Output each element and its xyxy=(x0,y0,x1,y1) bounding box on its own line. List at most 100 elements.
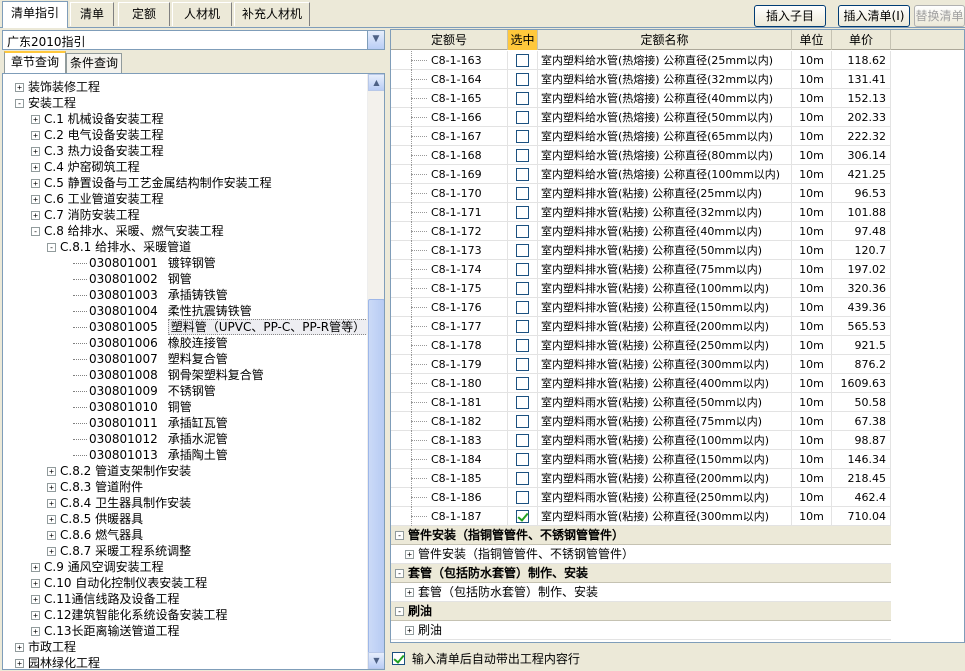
row-select-checkbox[interactable] xyxy=(516,224,529,238)
row-select-checkbox[interactable] xyxy=(516,395,529,409)
row-select-cell[interactable] xyxy=(508,260,538,279)
table-row[interactable]: C8-1-179 室内塑料排水管(粘接) 公称直径(300mm以内) 10m 876.… xyxy=(391,355,891,374)
expand-icon[interactable]: + xyxy=(31,195,40,204)
row-select-cell[interactable] xyxy=(508,393,538,412)
tree-node[interactable]: - C.8 给排水、采暖、燃气安装工程 xyxy=(31,223,224,239)
col-header-code[interactable]: 定额号 xyxy=(391,30,508,50)
row-select-checkbox[interactable] xyxy=(516,186,529,200)
expand-icon[interactable]: + xyxy=(15,643,24,652)
tab-labor-material-machine[interactable]: 人材机 xyxy=(172,2,232,26)
expand-icon[interactable]: + xyxy=(47,467,56,476)
row-select-checkbox[interactable] xyxy=(516,338,529,352)
tree-leaf-item[interactable]: 030801009 不锈钢管 xyxy=(73,383,216,399)
row-select-checkbox[interactable] xyxy=(516,452,529,466)
row-select-cell[interactable] xyxy=(508,355,538,374)
table-row[interactable]: C8-1-165 室内塑料给水管(热熔接) 公称直径(40mm以内) 10m 152.… xyxy=(391,89,891,108)
expand-icon[interactable]: + xyxy=(31,147,40,156)
tree-leaf-item[interactable]: 030801012 承插水泥管 xyxy=(73,431,228,447)
table-row[interactable]: C8-1-163 室内塑料给水管(热熔接) 公称直径(25mm以内) 10m 118.… xyxy=(391,51,891,70)
table-row[interactable]: C8-1-182 室内塑料雨水管(粘接) 公称直径(75mm以内) 10m 67.38 xyxy=(391,412,891,431)
row-select-checkbox[interactable] xyxy=(516,205,529,219)
row-select-cell[interactable] xyxy=(508,165,538,184)
row-select-checkbox[interactable] xyxy=(516,281,529,295)
table-row[interactable]: C8-1-173 室内塑料排水管(粘接) 公称直径(50mm以内) 10m 120.7 xyxy=(391,241,891,260)
table-row[interactable]: C8-1-181 室内塑料雨水管(粘接) 公称直径(50mm以内) 10m 50.58 xyxy=(391,393,891,412)
expand-icon[interactable]: + xyxy=(15,83,24,92)
row-select-checkbox[interactable] xyxy=(516,300,529,314)
group-header[interactable]: - 管件安装（指铜管管件、不锈钢管管件） xyxy=(391,526,891,545)
tree-leaf-item[interactable]: 030801010 铜管 xyxy=(73,399,192,415)
row-select-checkbox[interactable] xyxy=(516,110,529,124)
row-select-cell[interactable] xyxy=(508,488,538,507)
tree-node[interactable]: + C.8.6 燃气器具 xyxy=(47,527,143,543)
tab-list-guide[interactable]: 清单指引 xyxy=(2,1,68,28)
tree-node[interactable]: + 市政工程 xyxy=(15,639,76,655)
tree-leaf-item[interactable]: 030801005 塑料管（UPVC、PP-C、PP-R管等） xyxy=(73,319,369,335)
table-row[interactable]: C8-1-169 室内塑料给水管(热熔接) 公称直径(100mm以内) 10m 421… xyxy=(391,165,891,184)
tab-list[interactable]: 清单 xyxy=(70,2,114,26)
tree-node[interactable]: + C.12建筑智能化系统设备安装工程 xyxy=(31,607,227,623)
replace-list-button[interactable]: 替换清单 xyxy=(914,5,965,27)
table-row[interactable]: C8-1-178 室内塑料排水管(粘接) 公称直径(250mm以内) 10m 921.… xyxy=(391,336,891,355)
tree-node[interactable]: + C.10 自动化控制仪表安装工程 xyxy=(31,575,207,591)
row-select-checkbox[interactable] xyxy=(516,148,529,162)
expand-icon[interactable]: + xyxy=(31,595,40,604)
table-row[interactable]: C8-1-175 室内塑料排水管(粘接) 公称直径(100mm以内) 10m 320.… xyxy=(391,279,891,298)
col-header-price[interactable]: 单价 xyxy=(832,30,891,50)
expand-icon[interactable]: + xyxy=(405,550,414,559)
expand-icon[interactable]: + xyxy=(31,627,40,636)
tree-node[interactable]: + C.6 工业管道安装工程 xyxy=(31,191,164,207)
row-select-cell[interactable] xyxy=(508,298,538,317)
tree-node[interactable]: + C.3 热力设备安装工程 xyxy=(31,143,164,159)
insert-child-button[interactable]: 插入子目 xyxy=(754,5,826,27)
region-select[interactable]: 广东2010指引 ▼ xyxy=(2,30,385,50)
row-select-checkbox[interactable] xyxy=(516,490,529,504)
tab-supplement-lmm[interactable]: 补充人材机 xyxy=(234,2,310,26)
expand-icon[interactable]: + xyxy=(15,659,24,668)
tree-node[interactable]: + C.1 机械设备安装工程 xyxy=(31,111,164,127)
col-header-name[interactable]: 定额名称 xyxy=(538,30,792,50)
table-row[interactable]: C8-1-185 室内塑料雨水管(粘接) 公称直径(200mm以内) 10m 218.… xyxy=(391,469,891,488)
expand-icon[interactable]: + xyxy=(47,515,56,524)
row-select-cell[interactable] xyxy=(508,241,538,260)
row-select-checkbox[interactable] xyxy=(516,376,529,390)
table-row[interactable]: C8-1-174 室内塑料排水管(粘接) 公称直径(75mm以内) 10m 197.0… xyxy=(391,260,891,279)
expand-icon[interactable]: + xyxy=(31,611,40,620)
tree-node[interactable]: + 园林绿化工程 xyxy=(15,655,100,669)
tree-node[interactable]: - C.8.1 给排水、采暖管道 xyxy=(47,239,191,255)
table-row[interactable]: C8-1-177 室内塑料排水管(粘接) 公称直径(200mm以内) 10m 565.… xyxy=(391,317,891,336)
tree-node[interactable]: + C.7 消防安装工程 xyxy=(31,207,140,223)
expand-icon[interactable]: + xyxy=(31,563,40,572)
tree-node[interactable]: + C.4 炉窑砌筑工程 xyxy=(31,159,140,175)
expand-icon[interactable]: + xyxy=(47,547,56,556)
expand-icon[interactable]: + xyxy=(47,483,56,492)
col-header-unit[interactable]: 单位 xyxy=(792,30,832,50)
row-select-checkbox[interactable] xyxy=(516,509,529,523)
expand-icon[interactable]: + xyxy=(31,579,40,588)
tree-scrollbar[interactable]: ▲ ▼ xyxy=(367,74,384,669)
table-row[interactable]: C8-1-164 室内塑料给水管(热熔接) 公称直径(32mm以内) 10m 131.… xyxy=(391,70,891,89)
tree-leaf-item[interactable]: 030801003 承插铸铁管 xyxy=(73,287,228,303)
row-select-cell[interactable] xyxy=(508,431,538,450)
row-select-cell[interactable] xyxy=(508,70,538,89)
group-child-item[interactable]: + 管件安装（指铜管管件、不锈钢管管件） xyxy=(391,545,891,564)
row-select-cell[interactable] xyxy=(508,469,538,488)
row-select-cell[interactable] xyxy=(508,184,538,203)
group-header[interactable]: - 刷油 xyxy=(391,602,891,621)
table-row[interactable]: C8-1-187 室内塑料雨水管(粘接) 公称直径(300mm以内) 10m 710.… xyxy=(391,507,891,526)
collapse-icon[interactable]: - xyxy=(15,99,24,108)
row-select-cell[interactable] xyxy=(508,317,538,336)
table-row[interactable]: C8-1-168 室内塑料给水管(热熔接) 公称直径(80mm以内) 10m 306.… xyxy=(391,146,891,165)
group-child-item[interactable]: + 刷油 xyxy=(391,621,891,640)
tree-node[interactable]: + C.8.4 卫生器具制作安装 xyxy=(47,495,191,511)
tree-node[interactable]: + C.8.3 管道附件 xyxy=(47,479,143,495)
scroll-up-icon[interactable]: ▲ xyxy=(368,74,384,91)
row-select-checkbox[interactable] xyxy=(516,433,529,447)
tree-leaf-item[interactable]: 030801002 钢管 xyxy=(73,271,192,287)
row-select-checkbox[interactable] xyxy=(516,129,529,143)
table-row[interactable]: C8-1-167 室内塑料给水管(热熔接) 公称直径(65mm以内) 10m 222.… xyxy=(391,127,891,146)
row-select-cell[interactable] xyxy=(508,222,538,241)
tree-node[interactable]: + 装饰装修工程 xyxy=(15,79,100,95)
row-select-cell[interactable] xyxy=(508,108,538,127)
tree-node[interactable]: + C.2 电气设备安装工程 xyxy=(31,127,164,143)
